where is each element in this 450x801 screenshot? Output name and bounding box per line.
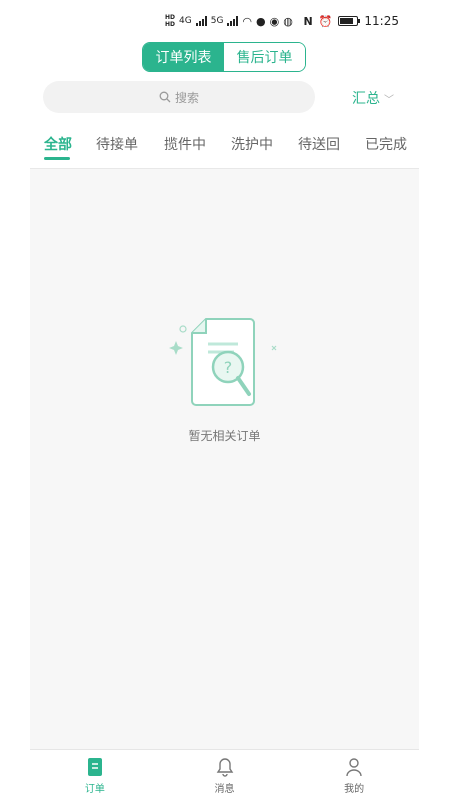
active-tab-indicator	[44, 157, 70, 160]
app-notification-icon: ◍	[283, 14, 293, 28]
app-screen: HD HD 4G 5G ◠ ● ◉ ◍ N ⏰ 11:25 订单列表 售后订单	[30, 0, 419, 801]
order-list-area: ? 暂无相关订单	[30, 169, 419, 749]
battery-icon	[338, 16, 361, 26]
tab-completed[interactable]: 已完成	[365, 134, 407, 154]
alarm-icon: ⏰	[318, 14, 333, 28]
status-tabs: 全部 待接单 揽件中 洗护中 待送回 已完成	[30, 130, 419, 169]
order-icon	[87, 757, 102, 776]
nav-label-messages: 消息	[214, 783, 235, 795]
tab-pending-accept[interactable]: 待接单	[96, 134, 138, 154]
chevron-down-icon: ﹀	[384, 94, 394, 106]
network-type-5g: 5G	[210, 16, 224, 26]
tab-all[interactable]: 全部	[44, 134, 72, 154]
nav-label-orders: 订单	[84, 783, 105, 795]
search-bar[interactable]: 搜索	[43, 81, 315, 113]
status-right: N ⏰ 11:25	[303, 14, 399, 28]
tab-pickup[interactable]: 揽件中	[164, 134, 206, 154]
nfc-icon: N	[303, 14, 313, 28]
nav-label-profile: 我的	[344, 783, 365, 795]
search-icon	[159, 91, 171, 103]
segment-order-list[interactable]: 订单列表	[143, 43, 224, 71]
summary-label: 汇总	[352, 91, 380, 107]
signal-icon	[195, 16, 207, 26]
empty-document-search-icon: ?	[169, 318, 277, 406]
clock: 11:25	[364, 14, 399, 28]
network-type-4g: 4G	[179, 16, 192, 26]
empty-message: 暂无相关订单	[188, 429, 261, 443]
nav-item-profile[interactable]: 我的	[289, 750, 419, 801]
bell-icon	[216, 757, 233, 777]
status-bar: HD HD 4G 5G ◠ ● ◉ ◍ N ⏰ 11:25	[30, 0, 419, 40]
nav-item-orders[interactable]: 订单	[30, 750, 160, 801]
order-type-toggle: 订单列表 售后订单	[142, 42, 306, 72]
tab-pending-return[interactable]: 待送回	[298, 134, 340, 154]
bottom-nav: 订单 消息 我的	[30, 749, 419, 801]
person-icon	[346, 757, 362, 776]
signal-icon-2	[227, 16, 239, 26]
summary-dropdown[interactable]: 汇总 ﹀	[352, 88, 394, 108]
chat-bubble-icon: ●	[256, 14, 266, 28]
segment-after-sale[interactable]: 售后订单	[224, 43, 305, 71]
svg-text:?: ?	[224, 358, 233, 377]
wechat-icon: ◉	[269, 14, 280, 28]
nav-item-messages[interactable]: 消息	[160, 750, 290, 801]
status-left: HD HD 4G 5G ◠ ● ◉ ◍	[165, 14, 293, 28]
wifi-icon: ◠	[242, 14, 253, 28]
hd-indicator: HD HD	[165, 14, 176, 28]
tab-washing[interactable]: 洗护中	[231, 134, 273, 154]
search-placeholder: 搜索	[174, 90, 199, 105]
